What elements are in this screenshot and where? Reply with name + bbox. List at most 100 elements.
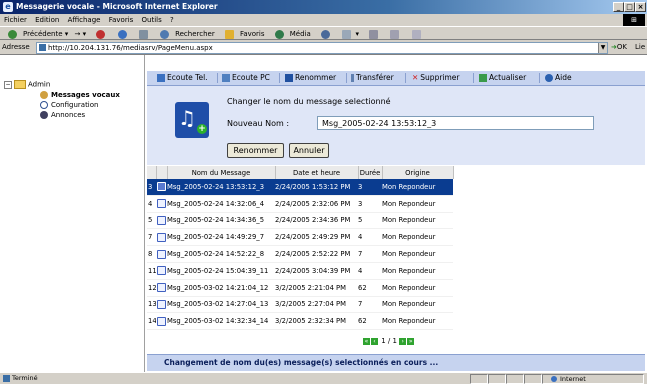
message-duration: 7 <box>358 245 382 263</box>
add-badge-icon: + <box>197 124 207 134</box>
speaker-icon <box>222 74 230 82</box>
column-icon <box>156 166 168 179</box>
separator <box>405 73 406 83</box>
message-name: Msg_2005-02-24 14:49:29_7 <box>167 228 275 247</box>
renommer-button[interactable]: Renommer <box>285 71 336 85</box>
menu-bar: Fichier Edition Affichage Favoris Outils… <box>0 14 647 26</box>
address-input[interactable]: http://10.204.131.76/mediasrv/PageMenu.a… <box>36 42 608 54</box>
message-date: 2/24/2005 1:53:12 PM <box>275 179 358 196</box>
collapse-icon[interactable]: − <box>4 80 12 89</box>
message-duration: 4 <box>358 228 382 247</box>
settings-icon <box>40 101 48 109</box>
menu-favoris[interactable]: Favoris <box>109 14 134 26</box>
transfer-icon <box>351 74 354 82</box>
table-row[interactable]: 13 Msg_2005-03-02 14:27:04_13 3/2/2005 2:2… <box>147 296 453 314</box>
table-row[interactable]: 11 Msg_2005-02-24 15:04:39_11 2/24/2005 3:… <box>147 262 453 280</box>
tree-item-messages-vocaux[interactable]: Messages vocaux <box>40 91 120 99</box>
menu-help[interactable]: ? <box>170 14 174 26</box>
table-row[interactable]: 14 Msg_2005-03-02 14:32:34_14 3/2/2005 2:3… <box>147 312 453 331</box>
history-button[interactable] <box>317 27 332 41</box>
column-num <box>147 166 157 179</box>
renommer-confirm-button[interactable]: Renommer <box>227 143 284 158</box>
search-icon <box>160 29 170 39</box>
next-page-icon[interactable]: › <box>399 337 407 345</box>
table-row[interactable]: 7 Msg_2005-02-24 14:49:29_7 2/24/2005 2:49… <box>147 228 453 247</box>
back-button[interactable]: Précédente ▾ <box>4 27 68 41</box>
separator <box>346 73 347 83</box>
tree-item-configuration[interactable]: Configuration <box>40 101 98 109</box>
menu-edition[interactable]: Edition <box>35 14 59 26</box>
voice-message-icon <box>157 182 166 192</box>
menu-outils[interactable]: Outils <box>142 14 162 26</box>
table-row[interactable]: 12 Msg_2005-03-02 14:21:04_12 3/2/2005 2:2… <box>147 279 453 297</box>
aide-button[interactable]: Aide <box>545 71 572 85</box>
discuss-icon <box>411 29 421 39</box>
message-date: 3/2/2005 2:21:04 PM <box>275 279 358 297</box>
transferer-button[interactable]: Transférer <box>351 71 394 85</box>
discuss-button[interactable] <box>408 27 423 41</box>
status-left: Terminé <box>3 373 38 384</box>
voice-message-icon <box>157 299 166 309</box>
new-name-input[interactable] <box>317 116 594 130</box>
table-row[interactable]: 8 Msg_2005-02-24 14:52:22_8 2/24/2005 2:52… <box>147 245 453 263</box>
tree-item-annonces[interactable]: Annonces <box>40 111 85 119</box>
favorites-button[interactable]: Favoris <box>221 27 265 41</box>
menu-fichier[interactable]: Fichier <box>4 14 27 26</box>
home-button[interactable] <box>135 27 150 41</box>
voice-message-icon <box>157 249 166 259</box>
menu-affichage[interactable]: Affichage <box>68 14 101 26</box>
close-button[interactable]: × <box>635 2 646 12</box>
supprimer-button[interactable]: ✕ Supprimer <box>412 71 460 85</box>
message-icon <box>156 212 167 230</box>
message-origin: Mon Repondeur <box>382 279 453 297</box>
first-page-icon[interactable]: « <box>363 337 370 345</box>
maximize-button[interactable]: □ <box>624 2 635 12</box>
mail-icon <box>342 29 352 39</box>
message-name: Msg_2005-02-24 14:52:22_8 <box>167 245 275 263</box>
column-date[interactable]: Date et heure <box>275 166 359 179</box>
prev-page-icon[interactable]: ‹ <box>371 337 378 345</box>
table-row[interactable]: 4 Msg_2005-02-24 14:32:06_4 2/24/2005 2:32… <box>147 195 453 213</box>
print-icon <box>369 29 379 39</box>
message-icon <box>156 245 167 263</box>
row-number: 12 <box>147 279 156 297</box>
media-button[interactable]: Média <box>271 27 311 41</box>
message-icon <box>156 296 167 314</box>
ecoute-tel-button[interactable]: Ecoute Tel. <box>157 71 208 85</box>
refresh-button[interactable] <box>114 27 129 41</box>
go-button[interactable]: ➜OK <box>611 40 627 55</box>
print-button[interactable] <box>365 27 380 41</box>
home-icon <box>138 29 148 39</box>
separator <box>279 73 280 83</box>
edit-button[interactable] <box>386 27 401 41</box>
row-number: 11 <box>147 262 156 280</box>
table-row[interactable]: 5 Msg_2005-02-24 14:34:36_5 2/24/2005 2:34… <box>147 212 453 230</box>
address-dropdown-icon[interactable]: ▼ <box>598 43 607 53</box>
message-origin: Mon Repondeur <box>382 228 453 247</box>
row-number: 5 <box>147 212 156 230</box>
search-button[interactable]: Rechercher <box>156 27 215 41</box>
links-button[interactable]: Lie <box>635 40 645 55</box>
tree-root[interactable]: − Admin <box>4 80 50 89</box>
column-origin[interactable]: Origine <box>382 166 454 179</box>
last-page-icon[interactable]: » <box>407 337 415 345</box>
address-bar: Adresse http://10.204.131.76/mediasrv/Pa… <box>0 40 647 55</box>
column-duration[interactable]: Durée <box>358 166 383 179</box>
message-icon <box>156 262 167 280</box>
column-name[interactable]: Nom du Message <box>167 166 276 179</box>
table-row[interactable]: 3 Msg_2005-02-24 13:53:12_3 2/24/2005 1:53… <box>147 179 453 196</box>
actualiser-button[interactable]: Actualiser <box>479 71 526 85</box>
voice-message-icon <box>157 199 166 209</box>
message-icon <box>156 179 167 196</box>
message-date: 2/24/2005 2:49:29 PM <box>275 228 358 247</box>
minimize-button[interactable]: _ <box>613 2 624 12</box>
stop-button[interactable] <box>92 27 107 41</box>
address-url: http://10.204.131.76/mediasrv/PageMenu.a… <box>48 44 213 52</box>
message-icon <box>156 228 167 247</box>
annuler-button[interactable]: Annuler <box>289 143 329 158</box>
mail-button[interactable]: ▾ <box>338 27 359 41</box>
ecoute-pc-button[interactable]: Ecoute PC <box>222 71 270 85</box>
rename-panel: ♫ + Changer le nom du message selectionn… <box>147 86 645 165</box>
forward-button[interactable]: → ▾ <box>75 27 87 41</box>
main-panel: Ecoute Tel. Ecoute PC Renommer Transfére… <box>145 55 647 372</box>
